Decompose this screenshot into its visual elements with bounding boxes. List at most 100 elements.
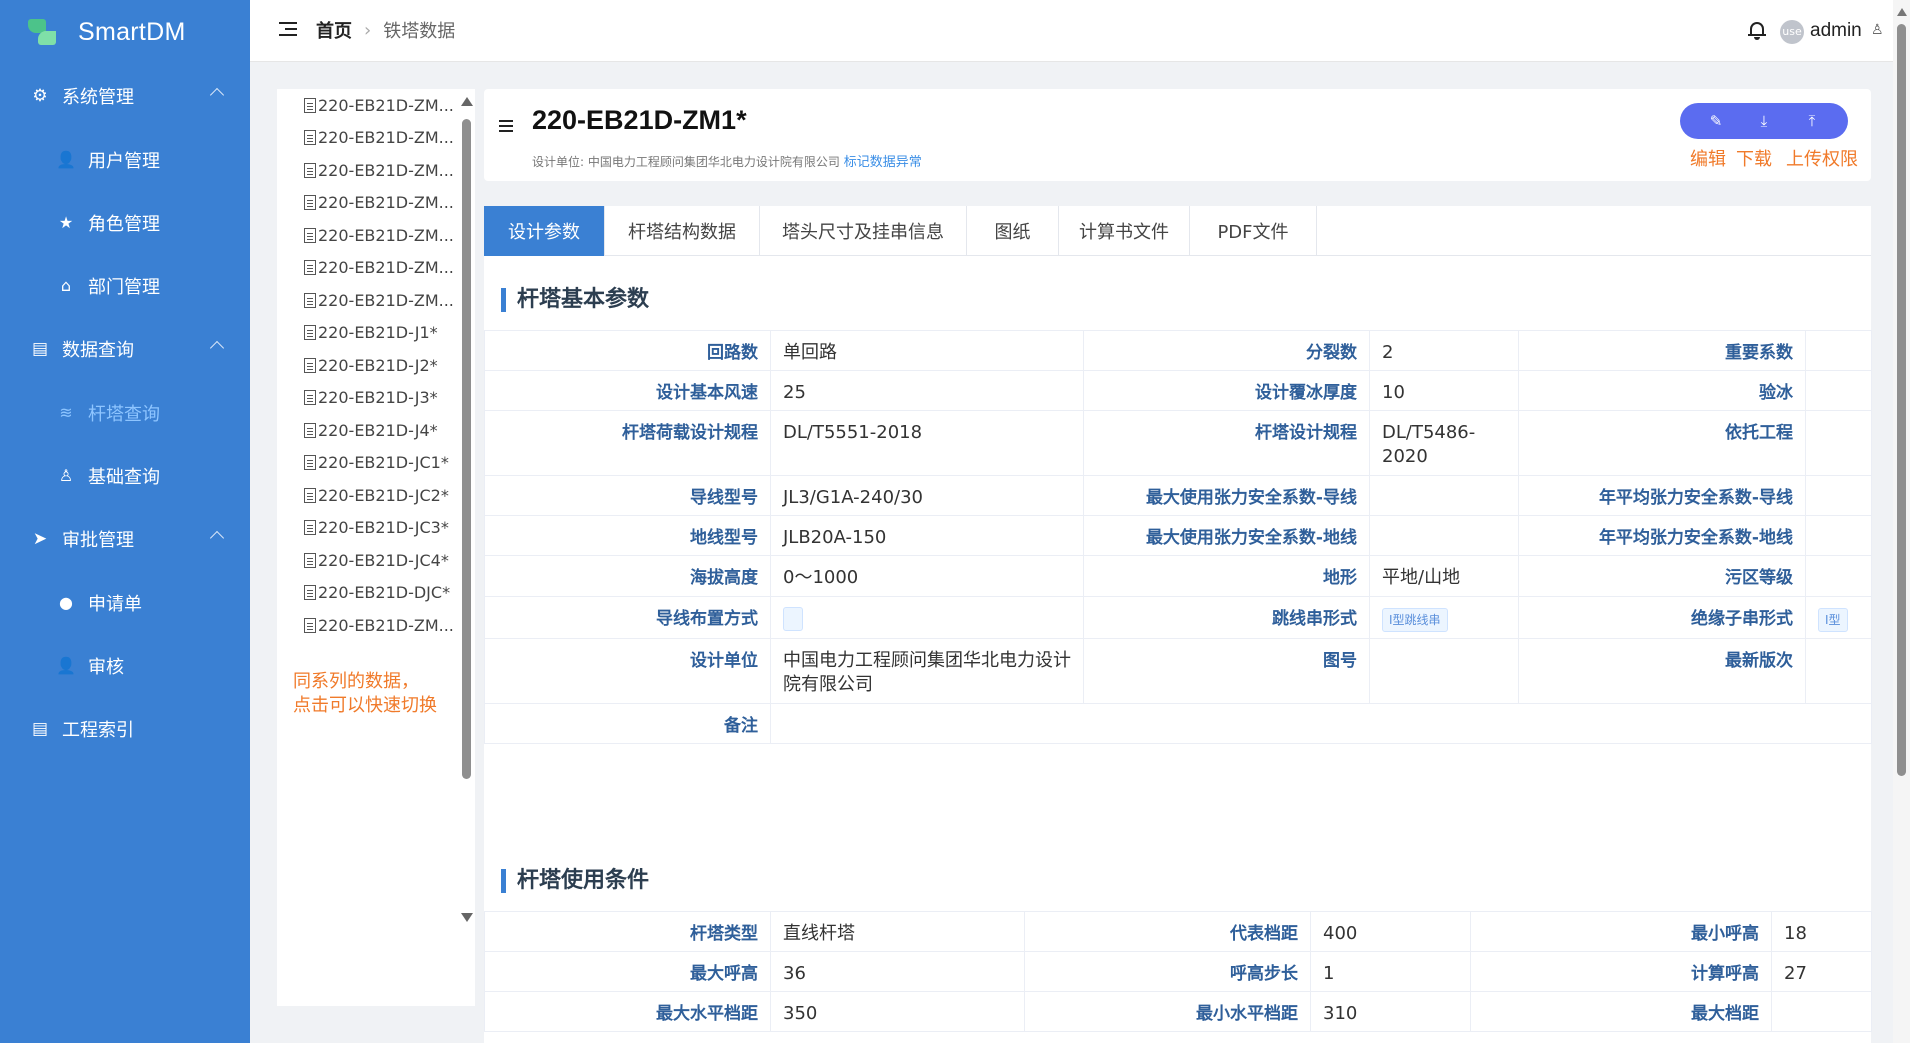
sidebar-item-roles[interactable]: ★ 角色管理	[0, 191, 250, 254]
tree-item[interactable]: 220-EB21D-ZM...	[277, 89, 455, 122]
param-row: 杆塔荷载设计规程 DL/T5551-2018 杆塔设计规程 DL/T5486-2020…	[484, 410, 1872, 476]
scrollbar-thumb[interactable]	[462, 119, 471, 779]
tab-drawings[interactable]: 图纸	[967, 206, 1059, 256]
document-icon	[304, 162, 316, 178]
document-icon	[304, 260, 316, 276]
action-labels: 编辑 下载 上传权限	[1690, 145, 1858, 171]
param-label: 杆塔设计规程	[1083, 410, 1370, 476]
sidebar-item-application[interactable]: ● 申请单	[0, 571, 250, 634]
tree-scrollbar[interactable]	[458, 89, 475, 1006]
tree-item[interactable]: 220-EB21D-ZM...	[277, 252, 455, 285]
username[interactable]: admin	[1810, 20, 1862, 42]
tree-item-label: 220-EB21D-J4*	[318, 420, 438, 440]
param-value	[1369, 515, 1519, 556]
home-icon: ⌂	[60, 276, 72, 295]
param-label: 计算呼高	[1470, 951, 1772, 992]
param-label: 最大档距	[1470, 991, 1772, 1032]
scroll-up-icon[interactable]	[1897, 8, 1907, 16]
tree-item[interactable]: 220-EB21D-JC3*	[277, 512, 455, 545]
tree-item[interactable]: 220-EB21D-J3*	[277, 382, 455, 415]
tree-hint-line: 同系列的数据，	[293, 671, 419, 692]
param-label: 年平均张力安全系数-导线	[1518, 475, 1806, 516]
document-icon	[304, 195, 316, 211]
param-value: 单回路	[770, 330, 1084, 371]
param-value: JL3/G1A-240/30	[770, 475, 1084, 516]
tree-item[interactable]: 220-EB21D-ZM...	[277, 122, 455, 155]
tab-design-params[interactable]: 设计参数	[484, 206, 605, 256]
param-label: 海拔高度	[484, 555, 771, 597]
tree-item-label: 220-EB21D-ZM...	[318, 225, 454, 245]
app-logo[interactable]: SmartDM	[0, 0, 250, 64]
flag-anomaly-link[interactable]: 标记数据异常	[844, 155, 922, 170]
param-value: 中国电力工程顾问集团华北电力设计院有限公司	[770, 638, 1084, 704]
tree-item[interactable]: 220-EB21D-ZM...	[277, 219, 455, 252]
avatar[interactable]: use	[1780, 20, 1804, 44]
param-label: 验冰	[1518, 370, 1806, 411]
bell-icon[interactable]	[1748, 20, 1766, 40]
download-icon[interactable]: ⤓	[1749, 106, 1779, 136]
tree-item-label: 220-EB21D-ZM...	[318, 95, 454, 115]
sidebar-item-users[interactable]: 👤 用户管理	[0, 128, 250, 191]
param-value	[1369, 475, 1519, 516]
tab-pdf-files[interactable]: PDF文件	[1190, 206, 1317, 256]
tree-item-label: 220-EB21D-ZM...	[318, 193, 454, 213]
tab-tower-structure[interactable]: 杆塔结构数据	[605, 206, 760, 256]
menu-group-system[interactable]: ⚙ 系统管理	[0, 64, 250, 128]
tree-item[interactable]: 220-EB21D-ZM...	[277, 284, 455, 317]
param-value: 平地/山地	[1369, 555, 1519, 597]
tree-item[interactable]: 220-EB21D-JC1*	[277, 447, 455, 480]
tree-item-label: 220-EB21D-ZM...	[318, 160, 454, 180]
menu-group-approval[interactable]: ➤ 审批管理	[0, 507, 250, 571]
param-value: 25	[770, 370, 1084, 411]
scroll-down-icon[interactable]	[461, 913, 473, 922]
tree-item[interactable]: 220-EB21D-J2*	[277, 349, 455, 382]
param-label: 回路数	[484, 330, 771, 371]
upload-permission-label: 上传权限	[1786, 149, 1858, 170]
tree-item[interactable]: 220-EB21D-J4*	[277, 414, 455, 447]
param-label: 杆塔荷载设计规程	[484, 410, 771, 476]
tab-bar: 设计参数 杆塔结构数据 塔头尺寸及挂串信息 图纸 计算书文件 PDF文件	[484, 206, 1871, 256]
sidebar-item-departments[interactable]: ⌂ 部门管理	[0, 254, 250, 317]
param-row: 导线型号 JL3/G1A-240/30 最大使用张力安全系数-导线 年平均张力安全系数…	[484, 475, 1872, 516]
tree-item[interactable]: 220-EB21D-J1*	[277, 317, 455, 350]
chevron-up-icon	[209, 340, 225, 356]
param-value	[770, 596, 1084, 639]
tree-item[interactable]: 220-EB21D-JC4*	[277, 544, 455, 577]
document-icon	[304, 325, 316, 341]
scrollbar-thumb[interactable]	[1897, 24, 1906, 776]
sidebar-item-review[interactable]: 👤 审核	[0, 634, 250, 697]
value-tag: I型跳线串	[1382, 608, 1448, 632]
tree-item[interactable]: 220-EB21D-JC2*	[277, 479, 455, 512]
sidebar-item-tower-query[interactable]: ≋ 杆塔查询	[0, 381, 250, 444]
scroll-up-icon[interactable]	[461, 97, 473, 106]
tab-tower-head[interactable]: 塔头尺寸及挂串信息	[760, 206, 967, 256]
document-icon	[304, 97, 316, 113]
tree-item[interactable]: 220-EB21D-ZM...	[277, 154, 455, 187]
menu-group-project-index[interactable]: ▤ 工程索引	[0, 697, 250, 761]
param-label: 设计基本风速	[484, 370, 771, 411]
param-row: 海拔高度 0～1000 地形 平地/山地 污区等级	[484, 555, 1872, 597]
page-scrollbar[interactable]	[1893, 0, 1910, 1043]
param-label: 绝缘子串形式	[1518, 596, 1806, 639]
param-value	[1805, 370, 1872, 411]
sidebar-item-foundation-query[interactable]: ♙ 基础查询	[0, 444, 250, 507]
param-value: I型跳线串	[1369, 596, 1519, 639]
tab-calculation-files[interactable]: 计算书文件	[1059, 206, 1190, 256]
param-value: 直线杆塔	[770, 911, 1025, 952]
menu-group-label: 工程索引	[62, 720, 134, 741]
upload-icon[interactable]: ⤒	[1797, 106, 1827, 136]
send-icon: ➤	[32, 529, 48, 549]
user-menu-icon[interactable]: ♙	[1871, 22, 1884, 38]
tree-item[interactable]: 220-EB21D-ZM...	[277, 609, 455, 642]
tree-item[interactable]: 220-EB21D-DJC*	[277, 577, 455, 610]
menu-group-data-query[interactable]: ▤ 数据查询	[0, 317, 250, 381]
breadcrumb-home[interactable]: 首页	[316, 17, 352, 43]
param-label: 最大使用张力安全系数-地线	[1083, 515, 1370, 556]
param-row: 最大呼高 36 呼高步长 1 计算呼高 27	[484, 951, 1872, 992]
section-title-basic: 杆塔基本参数	[501, 288, 649, 312]
collapse-menu-icon[interactable]	[279, 22, 297, 38]
edit-icon[interactable]: ✎	[1701, 106, 1731, 136]
tree-item[interactable]: 220-EB21D-ZM...	[277, 187, 455, 220]
bulb-icon: ●	[59, 593, 73, 612]
database-icon: ≋	[59, 403, 73, 422]
